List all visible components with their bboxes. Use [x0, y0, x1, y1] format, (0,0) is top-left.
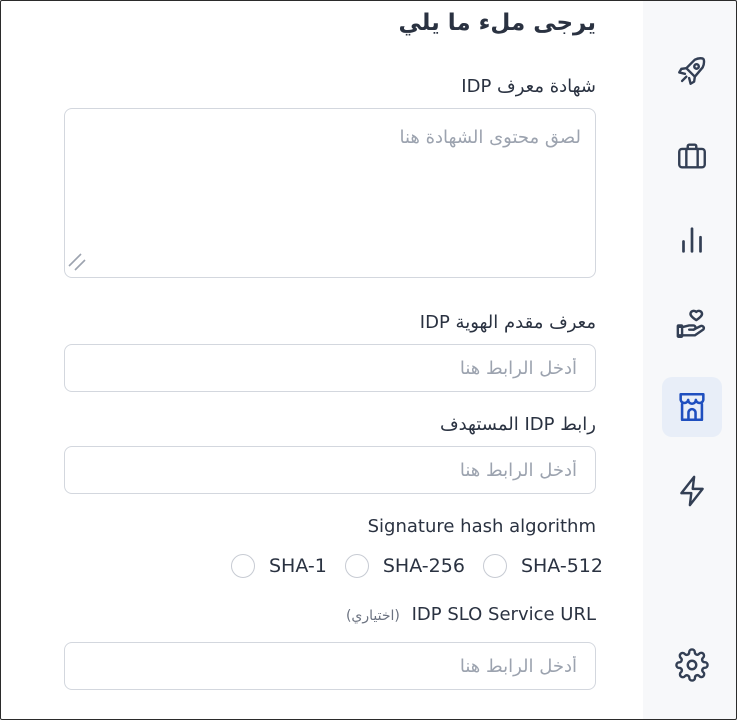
- sidebar-item-care[interactable]: [662, 294, 722, 354]
- sidebar-item-lightning[interactable]: [662, 461, 722, 521]
- certificate-textarea[interactable]: [64, 108, 596, 278]
- slo-url-label: IDP SLO Service URL (اختياري): [346, 604, 596, 625]
- storefront-icon: [679, 392, 705, 422]
- sidebar: [643, 0, 737, 720]
- form-title: يرجى ملء ما يلي: [398, 10, 596, 36]
- slo-url-label-text: IDP SLO Service URL: [411, 604, 596, 625]
- hand-heart-icon: [676, 309, 705, 338]
- radio-label-sha256: SHA-256: [382, 555, 465, 577]
- hash-algorithm-label: Signature hash algorithm: [367, 516, 596, 537]
- sidebar-item-analytics[interactable]: [662, 210, 722, 270]
- main-panel: يرجى ملء ما يلي شهادة معرف IDP معرف مقدم…: [0, 0, 643, 720]
- lightning-icon: [680, 475, 704, 507]
- optional-tag: (اختياري): [345, 608, 400, 624]
- target-url-input[interactable]: [64, 446, 596, 494]
- bar-chart-icon: [682, 227, 702, 253]
- idp-id-label: معرف مقدم الهوية IDP: [419, 312, 596, 333]
- radio-label-sha512: SHA-512: [520, 555, 603, 577]
- radio-sha1[interactable]: SHA-1: [213, 554, 327, 578]
- certificate-label: شهادة معرف IDP: [461, 76, 596, 97]
- idp-id-input[interactable]: [64, 344, 596, 392]
- sidebar-item-store[interactable]: [662, 377, 722, 437]
- rocket-icon: [678, 57, 706, 85]
- radio-circle[interactable]: [482, 554, 507, 578]
- sidebar-item-settings[interactable]: [662, 635, 722, 695]
- resize-grip-icon[interactable]: [67, 252, 87, 272]
- hash-algorithm-radio-group: SHA-1 SHA-256 SHA-512: [213, 554, 603, 578]
- sidebar-item-briefcase[interactable]: [662, 126, 722, 186]
- radio-circle[interactable]: [344, 554, 369, 578]
- radio-sha256[interactable]: SHA-256: [327, 554, 465, 578]
- radio-label-sha1: SHA-1: [269, 555, 327, 577]
- radio-sha512[interactable]: SHA-512: [465, 554, 603, 578]
- radio-circle[interactable]: [231, 554, 255, 578]
- target-url-label: رابط IDP المستهدف: [439, 414, 596, 435]
- briefcase-icon: [678, 143, 706, 169]
- sidebar-item-rocket[interactable]: [662, 41, 722, 101]
- slo-url-input[interactable]: [64, 642, 596, 690]
- gear-icon: [675, 648, 709, 682]
